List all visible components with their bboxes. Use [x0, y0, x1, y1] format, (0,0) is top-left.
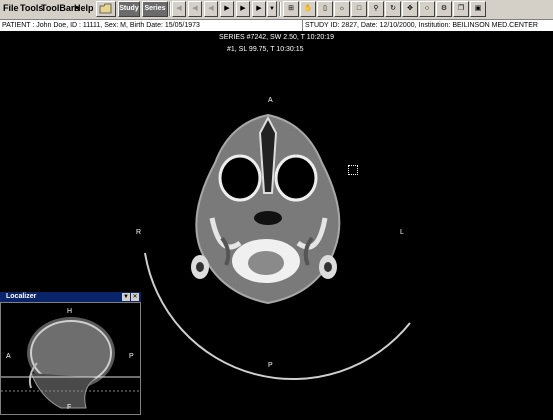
localizer-posterior-label: P [129, 353, 134, 360]
gear-icon: ⚙ [440, 5, 448, 12]
chevron-down-icon: ▼ [123, 294, 129, 300]
pan-button[interactable]: ✋ [300, 1, 316, 17]
stack-icon: ❐ [457, 5, 465, 12]
folder-icon [99, 3, 112, 14]
localizer-title: Localizer [6, 293, 37, 300]
step-back-icon: ◀ [208, 5, 214, 12]
menu-help[interactable]: Help [74, 3, 94, 13]
disk-icon: ▣ [474, 5, 482, 12]
hand-icon: ✋ [303, 5, 313, 12]
fast-forward-icon: ▶ [240, 5, 246, 12]
toolbar-separator [279, 2, 281, 16]
skip-first-icon: ◀ [176, 5, 182, 12]
menu-tools[interactable]: Tools [20, 3, 43, 13]
localizer-close-button[interactable]: ✕ [131, 293, 139, 301]
window-icon: □ [356, 5, 362, 12]
cursor-marker-icon [348, 165, 358, 175]
settings-button[interactable]: ⚙ [436, 1, 452, 17]
info-bar: PATIENT : John Doe, ID : 11111, Sex: M, … [0, 20, 553, 31]
open-folder-button[interactable] [96, 1, 116, 17]
layout-dropdown-button[interactable]: ▼ [267, 1, 277, 17]
grid-icon: ⊞ [288, 5, 294, 12]
window-level-button[interactable]: ▯ [317, 1, 333, 17]
prev-image-button[interactable]: ◀ [204, 1, 218, 17]
localizer-anterior-label: A [6, 353, 11, 360]
orientation-posterior: P [268, 362, 273, 369]
localizer-titlebar[interactable]: Localizer [0, 292, 141, 302]
share-button[interactable]: ○ [419, 1, 435, 17]
localizer-panel[interactable]: H F A P [0, 302, 141, 415]
zoom-button[interactable]: ⚲ [368, 1, 384, 17]
prev-page-button[interactable]: ◀ [188, 1, 202, 17]
play-icon: ▶ [224, 5, 230, 12]
crosshair-icon: ✥ [407, 5, 413, 12]
series-button[interactable]: Series [142, 1, 168, 17]
magnifier-icon: ⚲ [373, 5, 379, 12]
series-info: SERIES #7242, SW 2.50, T 10:20:19 [0, 32, 553, 43]
study-button[interactable]: Study [118, 1, 140, 17]
save-button[interactable]: ▣ [470, 1, 486, 17]
chevron-down-icon: ▼ [269, 6, 275, 12]
orientation-right: R [136, 229, 142, 236]
localizer-head-label: H [67, 308, 73, 315]
rotate-button[interactable]: ↻ [385, 1, 401, 17]
localizer-minimize-button[interactable]: ▼ [122, 293, 130, 301]
grid-layout-button[interactable]: ⊞ [283, 1, 299, 17]
close-icon: ✕ [132, 294, 138, 300]
skip-last-icon: ▶ [256, 5, 262, 12]
rewind-icon: ◀ [192, 5, 198, 12]
sun-icon: ☼ [338, 5, 346, 12]
page-icon: ▯ [323, 5, 327, 12]
move-button[interactable]: ✥ [402, 1, 418, 17]
localizer-sagittal-image [1, 317, 140, 409]
toolbar-separator [169, 2, 171, 16]
last-image-button[interactable]: ▶ [252, 1, 266, 17]
orientation-anterior: A [268, 97, 273, 104]
menu-file[interactable]: File [3, 3, 19, 13]
share-icon: ○ [424, 5, 430, 12]
main-toolbar: File Tools ToolBars Help Study Series ◀ … [0, 0, 553, 20]
magnify-window-button[interactable]: □ [351, 1, 367, 17]
slice-info: #1, SL 99.75, T 10:30:15 [227, 46, 304, 53]
first-image-button[interactable]: ◀ [172, 1, 186, 17]
next-image-button[interactable]: ▶ [220, 1, 234, 17]
brightness-button[interactable]: ☼ [334, 1, 350, 17]
compare-button[interactable]: ❐ [453, 1, 469, 17]
orientation-left: L [400, 229, 404, 236]
patient-info: PATIENT : John Doe, ID : 11111, Sex: M, … [2, 22, 200, 29]
rotate-icon: ↻ [390, 5, 396, 12]
next-page-button[interactable]: ▶ [236, 1, 250, 17]
localizer-feet-label: F [67, 404, 72, 411]
study-info: STUDY ID: 2827, Date: 12/10/2000, Instit… [302, 20, 538, 31]
